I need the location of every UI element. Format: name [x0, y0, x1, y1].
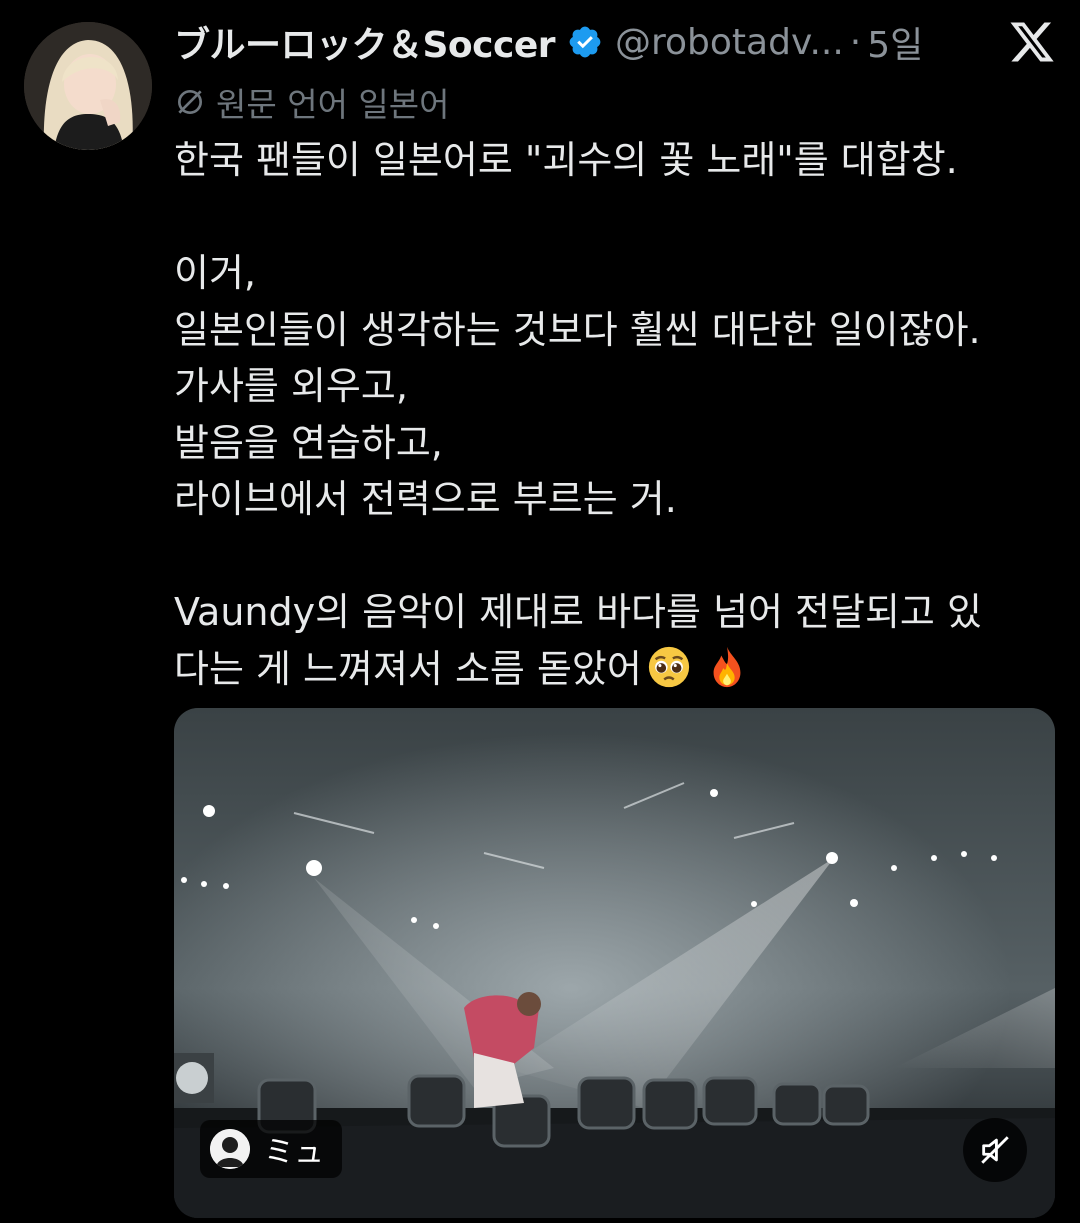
video-player[interactable]: ミュ: [174, 708, 1055, 1218]
tagged-user-name: ミュ: [264, 1127, 324, 1171]
translation-indicator[interactable]: 원문 언어 일본어: [174, 80, 450, 124]
author-avatar[interactable]: [24, 22, 152, 150]
post-text: 한국 팬들이 일본어로 "괴수의 꽃 노래"를 대합창. 이거, 일본인들이 생…: [174, 138, 982, 691]
pleading-face-icon: [646, 644, 692, 690]
speaker-muted-icon: [978, 1133, 1012, 1167]
verified-badge-icon: [567, 24, 603, 60]
tagged-user-avatar: [210, 1129, 250, 1169]
fire-icon: [704, 644, 750, 690]
globe-slash-icon: [174, 86, 206, 118]
post-timestamp[interactable]: 5일: [867, 16, 923, 68]
tagged-user-badge[interactable]: ミュ: [200, 1120, 342, 1178]
mute-toggle-button[interactable]: [963, 1118, 1027, 1182]
post-header: ブルーロック＆Soccer @robotadv... · 5일: [174, 14, 1056, 70]
translation-label: 원문 언어 일본어: [216, 78, 450, 126]
author-display-name[interactable]: ブルーロック＆Soccer: [174, 16, 555, 68]
post-body: 한국 팬들이 일본어로 "괴수의 꽃 노래"를 대합창. 이거, 일본인들이 생…: [174, 132, 1054, 697]
separator-dot: ·: [850, 22, 861, 63]
author-handle[interactable]: @robotadv...: [615, 22, 844, 63]
x-logo-icon: [1008, 18, 1056, 66]
avatar-photo: [24, 22, 152, 150]
